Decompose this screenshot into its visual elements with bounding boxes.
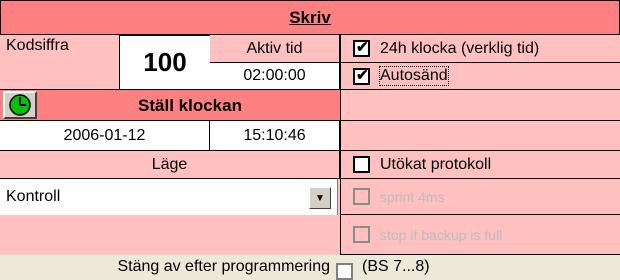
active-time-label-cell: Aktiv tid xyxy=(210,35,340,63)
footer-extra-label: (BS 7...8) xyxy=(362,258,430,275)
date-cell[interactable]: 2006-01-12 xyxy=(0,121,210,151)
option-autosend-label: Autosänd xyxy=(379,66,449,86)
code-value-cell[interactable]: 100 xyxy=(119,35,211,90)
right-blank-row xyxy=(341,121,620,151)
mode-label: Läge xyxy=(151,155,188,173)
option-autosend[interactable]: ✔ Autosänd xyxy=(341,63,620,90)
set-clock-button[interactable] xyxy=(3,91,37,119)
mode-select[interactable]: Kontroll ▼ xyxy=(0,179,338,215)
header-title-bar: Skriv xyxy=(0,0,620,35)
page-title: Skriv xyxy=(289,7,331,27)
checkbox-extended[interactable] xyxy=(353,156,370,173)
date-value: 2006-01-12 xyxy=(63,126,146,144)
option-24h[interactable]: ✔ 24h klocka (verklig tid) xyxy=(341,35,620,63)
right-empty-row xyxy=(341,90,620,121)
checkbox-sprint xyxy=(353,188,370,205)
check-icon: ✔ xyxy=(356,39,369,56)
option-24h-label: 24h klocka (verklig tid) xyxy=(380,39,540,57)
active-time-value: 02:00:00 xyxy=(243,67,306,84)
time-cell[interactable]: 15:10:46 xyxy=(210,121,340,151)
option-stop-backup-label: stop if backup is full xyxy=(380,226,503,243)
code-label-cell: Kodsiffra xyxy=(0,35,120,90)
option-extended[interactable]: Utökat protokoll xyxy=(341,151,620,179)
code-value: 100 xyxy=(143,47,187,77)
clock-icon xyxy=(9,94,31,116)
set-clock-label-cell[interactable]: Ställ klockan xyxy=(40,90,340,121)
checkbox-power-off[interactable] xyxy=(336,263,353,280)
code-label: Kodsiffra xyxy=(6,37,69,54)
option-stop-backup: stop if backup is full xyxy=(341,215,620,255)
checkbox-autosend[interactable]: ✔ xyxy=(353,66,370,85)
chevron-down-icon: ▼ xyxy=(315,192,325,204)
mode-selected-value: Kontroll xyxy=(6,188,61,205)
time-value: 15:10:46 xyxy=(243,126,306,144)
set-clock-label: Ställ klockan xyxy=(138,95,242,115)
mode-label-cell: Läge xyxy=(0,151,340,179)
active-time-label: Aktiv tid xyxy=(246,39,303,57)
mode-spacer xyxy=(0,215,340,255)
option-sprint-label: sprint 4ms xyxy=(380,188,445,205)
mode-dropdown-button[interactable]: ▼ xyxy=(309,187,331,209)
checkbox-stop-backup xyxy=(353,226,370,243)
option-extended-label: Utökat protokoll xyxy=(380,155,492,173)
option-sprint: sprint 4ms xyxy=(341,179,620,215)
check-icon: ✔ xyxy=(356,66,369,84)
active-time-value-cell[interactable]: 02:00:00 xyxy=(210,63,340,90)
footer-label: Stäng av efter programmering xyxy=(117,258,330,275)
footer-row: Stäng av efter programmering (BS 7...8) xyxy=(0,255,620,280)
checkbox-24h[interactable]: ✔ xyxy=(353,39,370,57)
